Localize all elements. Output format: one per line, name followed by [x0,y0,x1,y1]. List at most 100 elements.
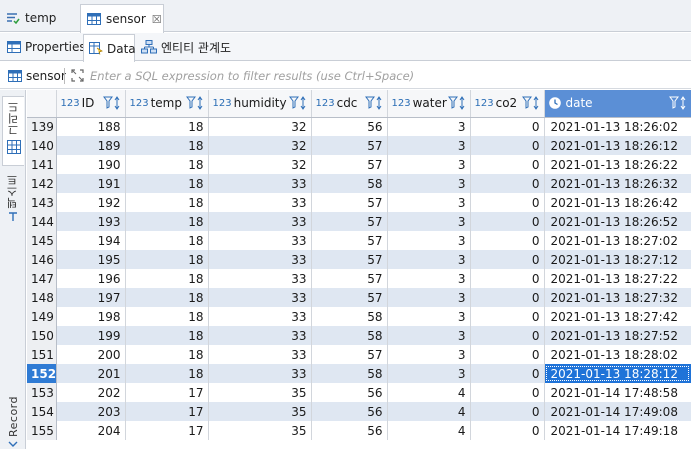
cell-water[interactable]: 3 [387,174,471,193]
cell-humidity[interactable]: 33 [208,174,312,193]
cell-co2[interactable]: 0 [470,193,545,212]
cell-date[interactable]: 2021-01-13 18:27:42 [544,307,691,326]
side-tab-grid[interactable]: 그리드 [2,96,24,166]
table-row[interactable]: 148 197 18 33 57 3 0 2021-01-13 18:27:32 [27,288,691,307]
cell-temp[interactable]: 18 [125,307,209,326]
sort-filter-icon[interactable] [185,96,204,110]
cell-cdc[interactable]: 57 [311,288,388,307]
cell-water[interactable]: 4 [387,421,471,440]
cell-id[interactable]: 190 [56,155,126,174]
cell-id[interactable]: 198 [56,307,126,326]
cell-date[interactable]: 2021-01-13 18:26:12 [544,136,691,155]
cell-temp[interactable]: 18 [125,345,209,364]
cell-humidity[interactable]: 32 [208,117,312,136]
cell-temp[interactable]: 17 [125,421,209,440]
tab-er-diagram[interactable]: 엔티티 관계도 [136,34,246,60]
sort-filter-icon[interactable] [521,96,540,110]
cell-date[interactable]: 2021-01-13 18:26:22 [544,155,691,174]
column-header-id[interactable]: 123 ID [56,90,126,118]
cell-water[interactable]: 3 [387,117,471,136]
cell-temp[interactable]: 17 [125,402,209,421]
cell-cdc[interactable]: 57 [311,250,388,269]
table-row[interactable]: 142 191 18 33 58 3 0 2021-01-13 18:26:32 [27,174,691,193]
cell-date[interactable]: 2021-01-13 18:27:02 [544,231,691,250]
table-row[interactable]: 154 203 17 35 56 4 0 2021-01-14 17:49:08 [27,402,691,421]
cell-humidity[interactable]: 33 [208,269,312,288]
filter-table-selector[interactable]: sensor [0,69,66,83]
cell-humidity[interactable]: 32 [208,155,312,174]
cell-water[interactable]: 3 [387,269,471,288]
side-tab-record[interactable]: Record [2,396,24,448]
cell-cdc[interactable]: 56 [311,383,388,402]
cell-co2[interactable]: 0 [470,364,545,383]
column-header-temp[interactable]: 123 temp [125,90,209,118]
cell-id[interactable]: 189 [56,136,126,155]
cell-id[interactable]: 197 [56,288,126,307]
cell-cdc[interactable]: 57 [311,269,388,288]
cell-water[interactable]: 3 [387,326,471,345]
cell-id[interactable]: 202 [56,383,126,402]
tab-properties[interactable]: Properties [2,34,86,60]
row-number[interactable]: 154 [27,402,57,421]
cell-cdc[interactable]: 58 [311,326,388,345]
cell-cdc[interactable]: 57 [311,155,388,174]
table-row[interactable]: 149 198 18 33 58 3 0 2021-01-13 18:27:42 [27,307,691,326]
cell-id[interactable]: 201 [56,364,126,383]
editor-tab-temp[interactable]: temp [0,4,78,32]
column-header-water[interactable]: 123 water [387,90,471,118]
row-number[interactable]: 142 [27,174,57,193]
cell-date[interactable]: 2021-01-13 18:28:12 [544,364,691,383]
cell-humidity[interactable]: 33 [208,212,312,231]
cell-humidity[interactable]: 33 [208,250,312,269]
row-number[interactable]: 153 [27,383,57,402]
cell-cdc[interactable]: 56 [311,402,388,421]
cell-temp[interactable]: 18 [125,326,209,345]
editor-tab-sensor[interactable]: sensor ☒ [80,4,164,33]
row-number[interactable]: 145 [27,231,57,250]
cell-date[interactable]: 2021-01-14 17:49:18 [544,421,691,440]
table-row[interactable]: 143 192 18 33 57 3 0 2021-01-13 18:26:42 [27,193,691,212]
cell-cdc[interactable]: 56 [311,117,388,136]
cell-temp[interactable]: 18 [125,288,209,307]
cell-humidity[interactable]: 33 [208,345,312,364]
cell-co2[interactable]: 0 [470,421,545,440]
row-number[interactable]: 150 [27,326,57,345]
cell-water[interactable]: 3 [387,345,471,364]
cell-humidity[interactable]: 33 [208,231,312,250]
cell-water[interactable]: 3 [387,212,471,231]
cell-id[interactable]: 204 [56,421,126,440]
tab-data[interactable]: Data [83,34,136,62]
cell-cdc[interactable]: 57 [311,212,388,231]
cell-cdc[interactable]: 57 [311,193,388,212]
filter-expression-input[interactable] [90,64,691,87]
cell-date[interactable]: 2021-01-13 18:26:52 [544,212,691,231]
cell-date[interactable]: 2021-01-14 17:48:58 [544,383,691,402]
row-number[interactable]: 149 [27,307,57,326]
cell-co2[interactable]: 0 [470,117,545,136]
row-number[interactable]: 155 [27,421,57,440]
cell-water[interactable]: 3 [387,231,471,250]
table-row[interactable]: 152 201 18 33 58 3 0 2021-01-13 18:28:12 [27,364,691,383]
cell-id[interactable]: 203 [56,402,126,421]
cell-date[interactable]: 2021-01-13 18:27:32 [544,288,691,307]
column-header-cdc[interactable]: 123 cdc [311,90,388,118]
table-row[interactable]: 151 200 18 33 57 3 0 2021-01-13 18:28:02 [27,345,691,364]
cell-date[interactable]: 2021-01-14 17:49:08 [544,402,691,421]
cell-water[interactable]: 4 [387,402,471,421]
row-number[interactable]: 139 [27,117,57,136]
cell-co2[interactable]: 0 [470,345,545,364]
cell-water[interactable]: 3 [387,155,471,174]
cell-date[interactable]: 2021-01-13 18:26:42 [544,193,691,212]
side-tab-text[interactable]: 텍스트 [2,174,24,234]
cell-temp[interactable]: 18 [125,231,209,250]
cell-date[interactable]: 2021-01-13 18:26:02 [544,117,691,136]
cell-cdc[interactable]: 58 [311,307,388,326]
cell-temp[interactable]: 18 [125,117,209,136]
cell-temp[interactable]: 18 [125,193,209,212]
cell-cdc[interactable]: 57 [311,345,388,364]
cell-temp[interactable]: 18 [125,212,209,231]
table-row[interactable]: 140 189 18 32 57 3 0 2021-01-13 18:26:12 [27,136,691,155]
column-header-humidity[interactable]: 123 humidity [208,90,312,118]
row-number[interactable]: 146 [27,250,57,269]
row-number[interactable]: 140 [27,136,57,155]
